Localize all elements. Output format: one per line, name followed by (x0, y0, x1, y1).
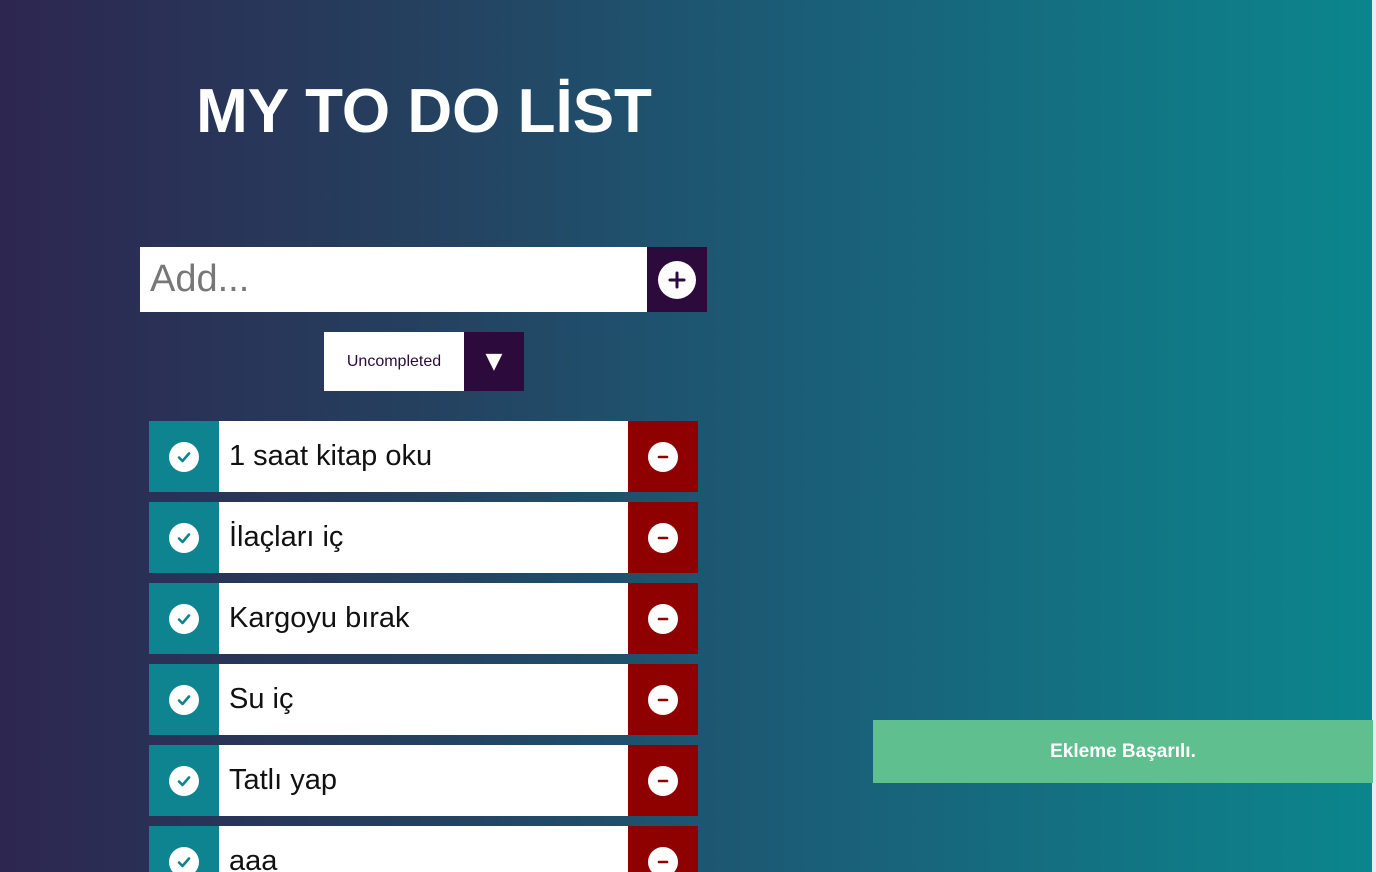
todo-list: 1 saat kitap oku İlaçları iç Kargoyu bırak… (149, 421, 698, 872)
todo-text: Kargoyu bırak (219, 583, 628, 654)
filter-selected-value[interactable]: Uncompleted (324, 332, 464, 391)
check-icon (169, 441, 199, 472)
todo-item: aaa (149, 826, 698, 872)
todo-text: İlaçları iç (219, 502, 628, 573)
delete-button[interactable] (628, 745, 698, 816)
complete-button[interactable] (149, 583, 219, 654)
todo-text: aaa (219, 826, 628, 872)
minus-icon (648, 603, 678, 634)
check-icon (169, 765, 199, 796)
delete-button[interactable] (628, 664, 698, 735)
minus-icon (648, 441, 678, 472)
todo-item: Su iç (149, 664, 698, 735)
add-todo-input[interactable] (140, 247, 647, 312)
check-icon (169, 846, 199, 872)
minus-icon (648, 846, 678, 872)
complete-button[interactable] (149, 664, 219, 735)
check-icon (169, 603, 199, 634)
todo-item: Tatlı yap (149, 745, 698, 816)
complete-button[interactable] (149, 745, 219, 816)
filter-select[interactable]: Uncompleted ▼ (324, 332, 524, 391)
todo-item: İlaçları iç (149, 502, 698, 573)
todo-item: Kargoyu bırak (149, 583, 698, 654)
add-todo-button[interactable] (647, 247, 707, 312)
minus-icon (648, 684, 678, 715)
page-title: MY TO DO LİST (196, 77, 652, 146)
todo-text: Su iç (219, 664, 628, 735)
delete-button[interactable] (628, 421, 698, 492)
complete-button[interactable] (149, 826, 219, 872)
todo-text: 1 saat kitap oku (219, 421, 628, 492)
add-todo-form (140, 247, 707, 312)
plus-icon (658, 260, 696, 299)
check-icon (169, 684, 199, 715)
todo-text: Tatlı yap (219, 745, 628, 816)
complete-button[interactable] (149, 502, 219, 573)
delete-button[interactable] (628, 583, 698, 654)
complete-button[interactable] (149, 421, 219, 492)
minus-icon (648, 765, 678, 796)
caret-down-icon[interactable]: ▼ (464, 332, 524, 391)
delete-button[interactable] (628, 502, 698, 573)
success-toast: Ekleme Başarılı. (873, 720, 1373, 783)
todo-item: 1 saat kitap oku (149, 421, 698, 492)
minus-icon (648, 522, 678, 553)
delete-button[interactable] (628, 826, 698, 872)
check-icon (169, 522, 199, 553)
